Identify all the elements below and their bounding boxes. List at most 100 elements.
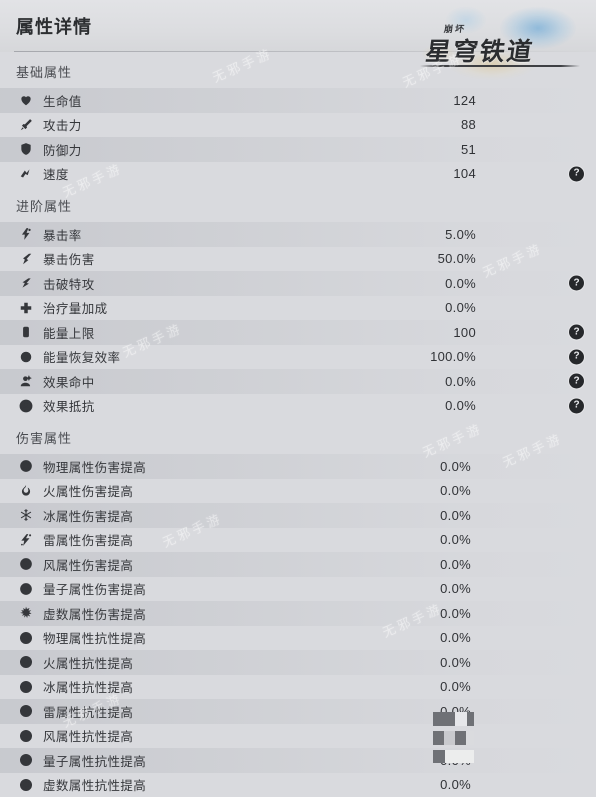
attribute-row: 虚数属性抗性提高0.0%?: [0, 773, 596, 797]
attribute-label: 生命值: [43, 91, 82, 110]
attribute-value: 124: [306, 88, 476, 113]
attribute-value: 50.0%: [306, 247, 476, 272]
attribute-label: 雷属性伤害提高: [43, 530, 133, 549]
attribute-value: 0.0%: [301, 773, 471, 797]
attribute-label: 能量恢复效率: [43, 347, 120, 366]
wind-res-icon: [18, 728, 34, 744]
attribute-row-group: 暴击率5.0%?暴击伤害50.0%?击破特攻0.0%?治疗量加成0.0%?能量上…: [0, 222, 596, 418]
shield-icon: [18, 141, 34, 157]
attribute-value: 0.0%: [306, 369, 476, 394]
help-icon[interactable]: ?: [569, 166, 584, 181]
attribute-row-group: 生命值124?攻击力88?防御力51?速度104?: [0, 88, 596, 186]
lightning-res-icon: [18, 703, 34, 719]
attribute-value: 5.0%: [306, 222, 476, 247]
attribute-label: 风属性伤害提高: [43, 555, 133, 574]
attribute-row: 火属性抗性提高0.0%?: [0, 650, 596, 675]
attribute-label: 物理属性抗性提高: [43, 628, 146, 647]
help-icon[interactable]: ?: [569, 325, 584, 340]
attribute-value: 0.0%: [301, 724, 471, 749]
attribute-label: 冰属性伤害提高: [43, 506, 133, 525]
attribute-row: 效果命中 0.0%?: [0, 369, 596, 394]
attribute-label: 雷属性抗性提高: [43, 702, 133, 721]
attribute-row: 治疗量加成0.0%?: [0, 296, 596, 321]
attribute-row: 风属性抗性提高0.0%?: [0, 724, 596, 749]
attribute-label: 风属性抗性提高: [43, 726, 133, 745]
energy-max-icon: [18, 324, 34, 340]
fire-res-icon: [18, 654, 34, 670]
sword-icon: [18, 117, 34, 133]
attribute-value: 0.0%: [301, 503, 471, 528]
attribute-value: 104: [306, 162, 476, 187]
attribute-label: 火属性伤害提高: [43, 481, 133, 500]
attribute-label: 冰属性抗性提高: [43, 677, 133, 696]
page-title: 属性详情: [16, 13, 92, 39]
attribute-value: 0.0%: [301, 552, 471, 577]
quantum-res-icon: [18, 752, 34, 768]
attribute-label: 火属性抗性提高: [43, 653, 133, 672]
attribute-value: 0.0%: [301, 601, 471, 626]
help-icon[interactable]: ?: [569, 276, 584, 291]
attribute-value: 0.0%: [301, 650, 471, 675]
attribute-value: 0.0%: [301, 528, 471, 553]
attribute-value: 0.0%: [301, 479, 471, 504]
attribute-label: 击破特攻: [43, 274, 95, 293]
physical-res-icon: [18, 630, 34, 646]
attribute-row: 能量恢复效率100.0%?: [0, 345, 596, 370]
attribute-value: 0.0%: [306, 296, 476, 321]
attribute-row: 风属性伤害提高0.0%?: [0, 552, 596, 577]
attribute-value: 51: [306, 137, 476, 162]
attribute-row: 量子属性伤害提高0.0%?: [0, 577, 596, 602]
panel-header: 属性详情: [0, 0, 596, 52]
effect-hit-icon: [18, 373, 34, 389]
attribute-row: 暴击率5.0%?: [0, 222, 596, 247]
attribute-row: 虚数属性伤害提高0.0%?: [0, 601, 596, 626]
attribute-row: 击破特攻 0.0%?: [0, 271, 596, 296]
attribute-row: 生命值124?: [0, 88, 596, 113]
attribute-label: 防御力: [43, 140, 82, 159]
wind-icon: [18, 556, 34, 572]
imaginary-icon: [18, 605, 34, 621]
attribute-value: 0.0%: [306, 271, 476, 296]
attribute-row: 攻击力88?: [0, 113, 596, 138]
attribute-row: 暴击伤害50.0%?: [0, 247, 596, 272]
attribute-row: 雷属性伤害提高0.0%?: [0, 528, 596, 553]
crit-rate-icon: [18, 226, 34, 242]
attribute-label: 暴击伤害: [43, 249, 95, 268]
attribute-value: 100: [306, 320, 476, 345]
crit-dmg-icon: [18, 251, 34, 267]
help-icon[interactable]: ?: [569, 374, 584, 389]
attribute-row: 雷属性抗性提高0.0%?: [0, 699, 596, 724]
section-title-basic: 基础属性: [0, 52, 596, 88]
energy-regen-icon: [18, 349, 34, 365]
attribute-row: 量子属性抗性提高0.0%?: [0, 748, 596, 773]
attribute-label: 虚数属性抗性提高: [43, 775, 146, 794]
attribute-label: 物理属性伤害提高: [43, 457, 146, 476]
attribute-label: 量子属性伤害提高: [43, 579, 146, 598]
ice-res-icon: [18, 679, 34, 695]
attribute-row: 防御力51?: [0, 137, 596, 162]
section-basic: 基础属性生命值124?攻击力88?防御力51?速度104?: [0, 52, 596, 186]
fire-icon: [18, 483, 34, 499]
attribute-value: 0.0%: [301, 454, 471, 479]
attribute-row: 物理属性抗性提高0.0%?: [0, 626, 596, 651]
attributes-content: 基础属性生命值124?攻击力88?防御力51?速度104?进阶属性暴击率5.0%…: [0, 52, 596, 797]
attribute-row: 冰属性抗性提高0.0%?: [0, 675, 596, 700]
section-damage: 伤害属性物理属性伤害提高0.0%?火属性伤害提高0.0%?冰属性伤害提高0.0%…: [0, 418, 596, 797]
attribute-row: 速度104?: [0, 162, 596, 187]
attribute-label: 能量上限: [43, 323, 95, 342]
imaginary-res-icon: [18, 777, 34, 793]
attribute-label: 攻击力: [43, 115, 82, 134]
attribute-label: 量子属性抗性提高: [43, 751, 146, 770]
physical-icon: [18, 458, 34, 474]
ice-icon: [18, 507, 34, 523]
help-icon[interactable]: ?: [569, 349, 584, 364]
effect-res-icon: [18, 398, 34, 414]
heal-boost-icon: [18, 300, 34, 316]
attribute-row: 能量上限 100?: [0, 320, 596, 345]
attribute-label: 效果命中: [43, 372, 95, 391]
attribute-value: 0.0%: [301, 699, 471, 724]
attribute-label: 虚数属性伤害提高: [43, 604, 146, 623]
help-icon[interactable]: ?: [569, 398, 584, 413]
attribute-value: 0.0%: [301, 748, 471, 773]
attribute-label: 效果抵抗: [43, 396, 95, 415]
